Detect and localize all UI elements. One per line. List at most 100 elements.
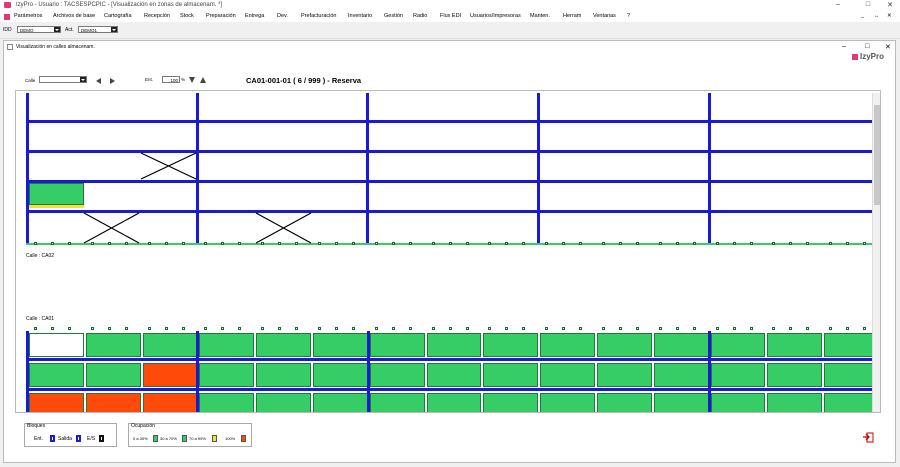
storage-cell[interactable]	[199, 333, 255, 357]
storage-cell[interactable]	[483, 393, 539, 412]
storage-cell[interactable]	[767, 333, 823, 357]
menu-stock[interactable]: Stock	[180, 13, 194, 19]
storage-cell[interactable]	[540, 393, 595, 412]
storage-cell[interactable]	[824, 363, 879, 387]
storage-cell[interactable]	[710, 333, 766, 357]
menu-dev[interactable]: Dev.	[277, 13, 288, 19]
storage-cell[interactable]	[653, 393, 709, 412]
menu-recepcion[interactable]: Recepción	[144, 13, 170, 19]
menu-prefacturacion[interactable]: Prefacturación	[301, 13, 336, 19]
storage-cell[interactable]	[653, 363, 709, 387]
act-select[interactable]: DEMO1	[78, 26, 118, 33]
location-marker	[863, 242, 867, 245]
storage-cell[interactable]	[710, 393, 766, 412]
storage-cell[interactable]	[597, 363, 652, 387]
storage-cell[interactable]	[256, 393, 311, 412]
menu-help[interactable]: ?	[627, 13, 630, 19]
location-marker	[749, 327, 753, 330]
storage-cell[interactable]	[767, 363, 823, 387]
storage-cell[interactable]	[142, 333, 198, 357]
location-marker	[238, 327, 242, 330]
storage-cell[interactable]	[653, 333, 709, 357]
storage-cell[interactable]	[313, 333, 368, 357]
menu-inventario[interactable]: Inventario	[348, 13, 372, 19]
vertical-scrollbar[interactable]	[872, 93, 880, 412]
storage-cell[interactable]	[256, 333, 311, 357]
menu-herram[interactable]: Herram	[563, 13, 581, 19]
location-marker	[124, 242, 128, 245]
menu-parametros[interactable]: Parámetros	[14, 13, 42, 19]
zoom-in-icon[interactable]	[200, 77, 206, 83]
storage-cell[interactable]	[540, 333, 595, 357]
menu-ventanas[interactable]: Ventanas	[593, 13, 616, 19]
storage-cell[interactable]	[597, 333, 652, 357]
storage-cell[interactable]	[369, 393, 425, 412]
child-minimize-button[interactable]: –	[842, 43, 846, 50]
storage-cell[interactable]	[142, 393, 198, 412]
location-marker	[579, 327, 583, 330]
child-maximize-button[interactable]: □	[865, 43, 869, 50]
storage-cell[interactable]	[710, 363, 766, 387]
storage-cell[interactable]	[199, 363, 255, 387]
storage-cell[interactable]	[313, 363, 368, 387]
aisle-label: Calle : CA02	[26, 253, 55, 259]
zoom-input[interactable]: 100	[162, 76, 180, 83]
storage-cell[interactable]	[426, 333, 482, 357]
exit-icon[interactable]	[862, 431, 876, 445]
previous-arrow-icon[interactable]	[96, 78, 101, 84]
menu-cartografia[interactable]: Cartografía	[104, 13, 132, 19]
chevron-down-icon[interactable]	[111, 27, 117, 32]
menu-entrega[interactable]: Entrega	[245, 13, 264, 19]
mdi-restore-button[interactable]: ↔	[874, 13, 880, 19]
location-marker	[391, 327, 395, 330]
storage-cell[interactable]	[199, 393, 255, 412]
location-marker	[636, 327, 639, 330]
warehouse-canvas[interactable]: Calle : CA02 Calle : CA01	[15, 90, 881, 413]
menu-usuarios-impresoras[interactable]: Usuarios/Impresoras	[470, 13, 521, 19]
storage-cell[interactable]	[85, 363, 141, 387]
storage-cell[interactable]	[483, 363, 539, 387]
storage-cell[interactable]	[824, 393, 879, 412]
location-marker	[806, 327, 810, 330]
storage-cell[interactable]	[29, 333, 84, 357]
storage-cell[interactable]	[29, 363, 84, 387]
mdi-close-button[interactable]: ✕	[887, 13, 892, 19]
scrollbar-thumb[interactable]	[874, 105, 880, 205]
location-marker	[295, 327, 299, 330]
calle-select[interactable]	[39, 76, 87, 83]
storage-cell[interactable]	[256, 363, 311, 387]
storage-cell[interactable]	[85, 333, 141, 357]
next-arrow-icon[interactable]	[110, 78, 115, 84]
storage-cell[interactable]	[85, 393, 141, 412]
legend-swatch	[212, 435, 217, 442]
menu-manten[interactable]: Manten.	[530, 13, 550, 19]
location-marker	[715, 242, 719, 245]
chevron-down-icon[interactable]	[54, 27, 60, 32]
menu-radio[interactable]: Radio	[413, 13, 427, 19]
storage-cell[interactable]	[29, 393, 84, 412]
storage-cell[interactable]	[426, 393, 482, 412]
storage-cell[interactable]	[824, 333, 879, 357]
minimize-button[interactable]: –	[830, 1, 846, 8]
storage-cell[interactable]	[540, 363, 595, 387]
maximize-button[interactable]: □	[860, 1, 876, 8]
menu-archivos-de-base[interactable]: Archivos de base	[53, 13, 95, 19]
idd-select[interactable]: DEMO	[17, 26, 61, 33]
storage-cell[interactable]	[483, 333, 539, 357]
storage-cell[interactable]	[142, 363, 198, 387]
storage-cell[interactable]	[426, 363, 482, 387]
storage-cell[interactable]	[597, 393, 652, 412]
location-marker	[90, 242, 94, 245]
storage-cell[interactable]	[313, 393, 368, 412]
storage-cell[interactable]	[369, 333, 425, 357]
chevron-down-icon[interactable]	[80, 77, 86, 82]
zoom-out-icon[interactable]	[189, 77, 195, 83]
menu-preparacion[interactable]: Preparación	[206, 13, 236, 19]
storage-cell[interactable]	[767, 393, 823, 412]
mdi-minimize-button[interactable]: _	[861, 13, 864, 19]
menu-gestion[interactable]: Gestión	[384, 13, 403, 19]
close-button[interactable]: ✕	[882, 1, 898, 9]
menu-flux-edi[interactable]: Flux EDI	[440, 13, 461, 19]
child-close-button[interactable]: ✕	[885, 43, 891, 51]
storage-cell[interactable]	[369, 363, 425, 387]
